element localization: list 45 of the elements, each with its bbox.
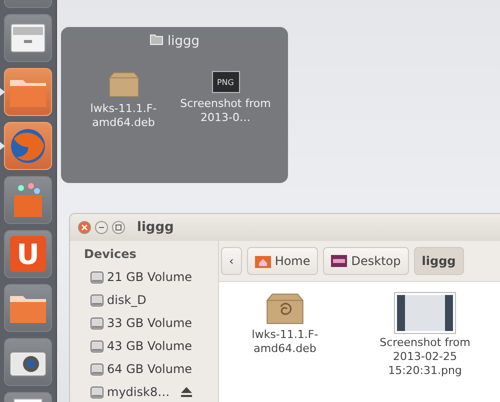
logo-letter[interactable]: U (10, 236, 46, 272)
launcher-item[interactable] (4, 176, 52, 224)
file-name[interactable]: Screenshot from 2013-02-25 15:20:31.png (363, 336, 487, 378)
maximize-icon (115, 224, 122, 231)
drive-icon (90, 384, 104, 398)
home-folder-icon (254, 254, 271, 268)
file-name: lwks-11.1.F-amd64.deb (89, 102, 158, 130)
launcher-item[interactable] (4, 338, 52, 386)
path-button[interactable]: Home (246, 247, 318, 275)
screenshot-thumbnail (394, 292, 456, 334)
window-title: liggg (137, 220, 174, 235)
minimize-icon (98, 224, 105, 231)
device-name[interactable]: 64 GB Volume (107, 362, 192, 376)
minimize-button[interactable] (95, 221, 108, 234)
launcher-item[interactable] (4, 284, 52, 332)
launcher-item[interactable]: U (4, 230, 52, 278)
back-button[interactable]: ‹ (221, 247, 242, 275)
path-button[interactable]: Desktop (323, 247, 409, 275)
device-name[interactable]: 43 GB Volume (107, 338, 192, 352)
device-name[interactable]: 33 GB Volume (107, 316, 192, 330)
close-icon (81, 224, 88, 231)
folder-icon (150, 34, 162, 45)
png-file-icon: PNG (212, 71, 240, 93)
sidebar-heading: Devices (84, 247, 138, 261)
launcher-item[interactable] (4, 14, 52, 62)
device-name[interactable]: mydisk8… (107, 384, 170, 398)
path-button[interactable]: liggg (414, 247, 464, 275)
drive-icon (90, 316, 104, 330)
drive-icon (90, 292, 104, 306)
drive-icon (90, 338, 104, 352)
device-name[interactable]: disk_D (107, 292, 146, 306)
device-name[interactable]: 21 GB Volume (107, 270, 192, 284)
preview-title: liggg (150, 34, 200, 49)
package-icon (106, 71, 140, 98)
close-button[interactable] (78, 221, 91, 234)
drive-icon (90, 270, 104, 284)
desktop-icon (331, 255, 348, 267)
maximize-button[interactable] (112, 221, 125, 234)
package-icon (264, 292, 306, 326)
drive-icon (90, 362, 104, 376)
drawer-icon[interactable] (10, 23, 46, 53)
file-name[interactable]: lwks-11.1.F-amd64.deb (223, 328, 347, 356)
file-name: Screenshot from 2013-0… (180, 97, 272, 125)
shopping-bag-icon[interactable] (11, 182, 45, 218)
eject-icon[interactable] (180, 386, 192, 396)
